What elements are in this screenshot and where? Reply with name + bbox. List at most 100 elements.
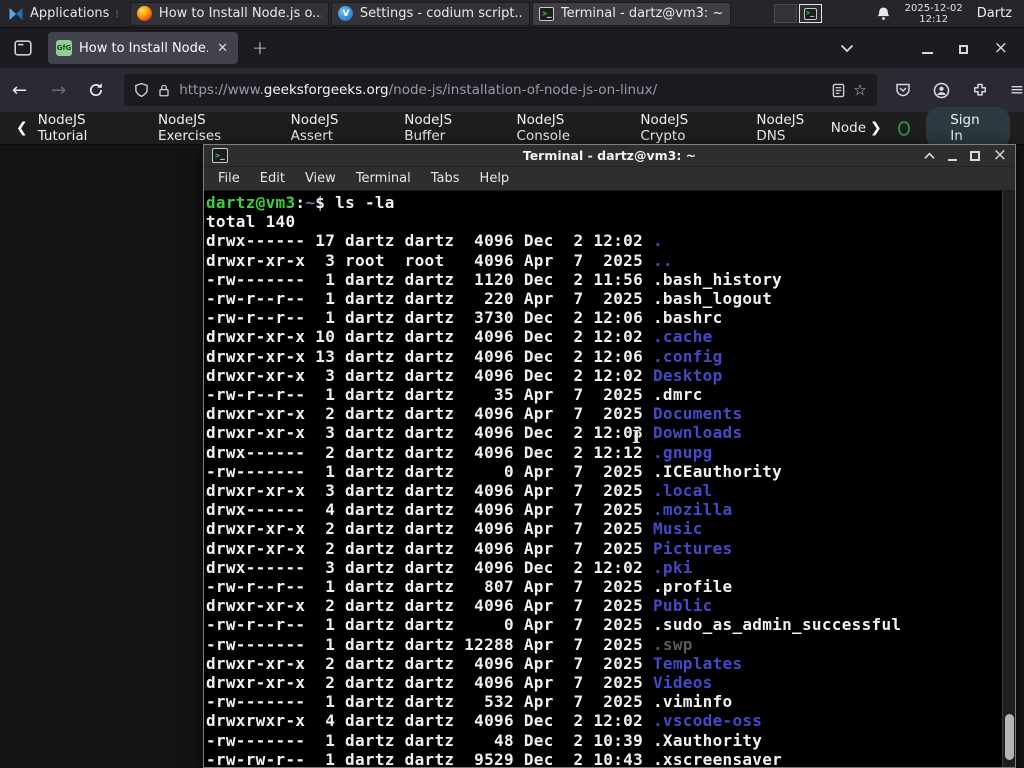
terminal-icon: > _ (539, 6, 555, 22)
window-maximize-button[interactable] (958, 39, 968, 58)
url-domain: geeksforgeeks.org (263, 82, 389, 98)
terminal-ls-line: drwxr-xr-x 3 root root 4096 Apr 7 2025 .… (206, 250, 673, 270)
reader-mode-icon[interactable] (832, 83, 845, 98)
terminal-ls-line: -rw------- 1 dartz dartz 0 Apr 7 2025 .I… (206, 461, 783, 481)
url-bar[interactable]: https://www.geeksforgeeks.org/node-js/in… (124, 74, 877, 106)
terminal-scrollbar-thumb[interactable] (1005, 714, 1014, 760)
terminal-ls-line: drwxr-xr-x 2 dartz dartz 4096 Apr 7 2025… (206, 519, 703, 539)
taskbar-window-firefox[interactable]: How to Install Node.js o... (129, 1, 329, 26)
workspace-switcher[interactable]: > _ (773, 4, 822, 23)
url-scheme: https://www. (179, 82, 264, 98)
terminal-ls-line: drwx------ 3 dartz dartz 4096 Dec 2 12:0… (206, 557, 693, 577)
terminal-icon: > _ (803, 7, 817, 20)
search-spinner-icon[interactable] (897, 120, 911, 136)
nav-link-truncated[interactable]: Node (831, 120, 866, 136)
applications-menu-button[interactable]: Applications ⁞ (0, 0, 130, 27)
lock-icon[interactable] (157, 83, 171, 98)
browser-tab-active[interactable]: GfG How to Install Node.js on ✕ (48, 32, 238, 64)
notifications-bell-icon[interactable] (876, 6, 891, 21)
terminal-ls-line: -rw-rw-r-- 1 dartz dartz 9529 Dec 2 10:4… (206, 749, 783, 767)
nav-link-nodejs-console[interactable]: NodeJS Console (517, 112, 614, 144)
terminal-title-bar[interactable]: > _ Terminal - dartz@vm3: ~ × (204, 145, 1015, 167)
clock-time: 12:12 (919, 13, 949, 25)
menu-tabs[interactable]: Tabs (421, 168, 470, 189)
url-text[interactable]: https://www.geeksforgeeks.org/node-js/in… (179, 82, 824, 98)
panel-grip: ⁞ (115, 7, 118, 20)
account-icon[interactable] (933, 82, 950, 99)
menu-hamburger-icon[interactable]: ≡ (1010, 80, 1024, 100)
nav-link-nodejs-tutorial[interactable]: NodeJS Tutorial (38, 112, 131, 144)
taskbar: Applications ⁞ How to Install Node.js o.… (0, 0, 1024, 28)
terminal-ls-line: -rw------- 1 dartz dartz 12288 Apr 7 202… (206, 634, 693, 654)
window-close-button[interactable]: × (994, 39, 1008, 57)
forward-button[interactable]: → (39, 80, 78, 101)
browser-tab-bar: GfG How to Install Node.js on ✕ + × (0, 28, 1024, 68)
terminal-body[interactable]: dartz@vm3:~$ ls -la total 140 drwx------ 1… (204, 191, 1015, 767)
terminal-shade-button[interactable] (924, 152, 935, 160)
browser-toolbar: ← → https://www.geeksforgeeks.org/node-j… (0, 68, 1024, 112)
pocket-save-icon[interactable] (895, 82, 911, 98)
nav-link-nodejs-exercises[interactable]: NodeJS Exercises (158, 112, 264, 144)
menu-file[interactable]: File (208, 168, 250, 189)
menu-edit[interactable]: Edit (250, 168, 295, 189)
terminal-close-button[interactable]: × (993, 147, 1007, 164)
terminal-ls-line: -rw-r--r-- 1 dartz dartz 220 Apr 7 2025 … (206, 289, 773, 309)
new-tab-button[interactable]: + (252, 37, 268, 59)
taskbar-window-terminal[interactable]: > _ Terminal - dartz@vm3: ~ (531, 1, 731, 26)
terminal-ls-line: -rw-r--r-- 1 dartz dartz 0 Apr 7 2025 .s… (206, 615, 902, 635)
terminal-ls-line: drwxr-xr-x 10 dartz dartz 4096 Dec 2 12:… (206, 327, 713, 347)
menu-help[interactable]: Help (470, 168, 520, 189)
terminal-ls-line: drwxrwxr-x 4 dartz dartz 4096 Dec 2 12:0… (206, 711, 763, 731)
workspace-2-active[interactable]: > _ (798, 4, 822, 23)
terminal-ls-line: drwxr-xr-x 13 dartz dartz 4096 Dec 2 12:… (206, 346, 723, 366)
terminal-minimize-button[interactable] (947, 146, 957, 165)
system-tray: 2025-12-02 12:12 Dartz (876, 3, 1024, 25)
terminal-ls-line: drwxr-xr-x 3 dartz dartz 4096 Dec 2 12:0… (206, 423, 743, 443)
nav-link-nodejs-assert[interactable]: NodeJS Assert (291, 112, 378, 144)
desktop: Applications ⁞ How to Install Node.js o.… (0, 0, 1024, 768)
terminal-output: dartz@vm3:~$ ls -la total 140 drwx------ 1… (206, 193, 1001, 767)
terminal-ls-line: -rw-r--r-- 1 dartz dartz 807 Apr 7 2025 … (206, 577, 733, 597)
clock[interactable]: 2025-12-02 12:12 (905, 3, 963, 25)
terminal-ls-line: drwxr-xr-x 2 dartz dartz 4096 Apr 7 2025… (206, 404, 743, 424)
list-all-tabs-icon[interactable] (840, 44, 854, 53)
terminal-maximize-button[interactable] (969, 146, 980, 165)
taskbar-window-codium[interactable]: V Settings - codium script... (330, 1, 530, 26)
sign-in-button[interactable]: Sign In (926, 107, 1010, 149)
menu-view[interactable]: View (295, 168, 346, 189)
tab-title: How to Install Node.js on (79, 40, 208, 56)
nav-link-nodejs-buffer[interactable]: NodeJS Buffer (404, 112, 489, 144)
reload-button[interactable] (78, 82, 114, 98)
menu-terminal[interactable]: Terminal (346, 168, 421, 189)
mouse-ibeam-cursor: I (632, 427, 641, 448)
terminal-ls-line: -rw------- 1 dartz dartz 532 Apr 7 2025 … (206, 692, 733, 712)
terminal-ls-line: -rw-r--r-- 1 dartz dartz 3730 Dec 2 12:0… (206, 308, 723, 328)
tab-close-icon[interactable]: ✕ (215, 41, 230, 56)
user-menu[interactable]: Dartz (977, 6, 1012, 21)
nav-scroll-right-icon[interactable]: ❯ (870, 120, 882, 136)
terminal-ls-line: drwxr-xr-x 2 dartz dartz 4096 Apr 7 2025… (206, 596, 713, 616)
workspace-1[interactable] (773, 4, 797, 23)
window-minimize-button[interactable] (921, 39, 933, 58)
terminal-prompt-line: dartz@vm3:~$ ls -la (206, 193, 395, 212)
terminal-ls-line: -rw------- 1 dartz dartz 48 Dec 2 10:39 … (206, 730, 763, 750)
terminal-total-line: total 140 (206, 212, 296, 232)
nav-link-nodejs-dns[interactable]: NodeJS DNS (756, 112, 830, 144)
terminal-ls-line: drwxr-xr-x 2 dartz dartz 4096 Apr 7 2025… (206, 673, 713, 693)
terminal-ls-line: drwxr-xr-x 2 dartz dartz 4096 Apr 7 2025… (206, 538, 733, 558)
terminal-title: Terminal - dartz@vm3: ~ (522, 148, 697, 163)
back-button[interactable]: ← (0, 80, 39, 101)
terminal-ls-line: drwx------ 17 dartz dartz 4096 Dec 2 12:… (206, 231, 663, 251)
terminal-ls-line: drwxr-xr-x 2 dartz dartz 4096 Apr 7 2025… (206, 653, 743, 673)
terminal-scrollbar[interactable] (1002, 191, 1015, 767)
terminal-ls-line: drwxr-xr-x 3 dartz dartz 4096 Apr 7 2025… (206, 481, 713, 501)
applications-icon (8, 6, 24, 22)
shield-icon[interactable] (134, 82, 149, 98)
extensions-puzzle-icon[interactable] (972, 82, 988, 98)
terminal-ls-line: -rw-r--r-- 1 dartz dartz 35 Apr 7 2025 .… (206, 385, 703, 405)
applications-label: Applications (30, 6, 110, 21)
firefox-view-icon[interactable] (14, 40, 32, 56)
nav-link-nodejs-crypto[interactable]: NodeJS Crypto (640, 112, 729, 144)
bookmark-star-icon[interactable]: ☆ (853, 81, 866, 99)
nav-scroll-left-icon[interactable]: ❮ (16, 120, 28, 136)
